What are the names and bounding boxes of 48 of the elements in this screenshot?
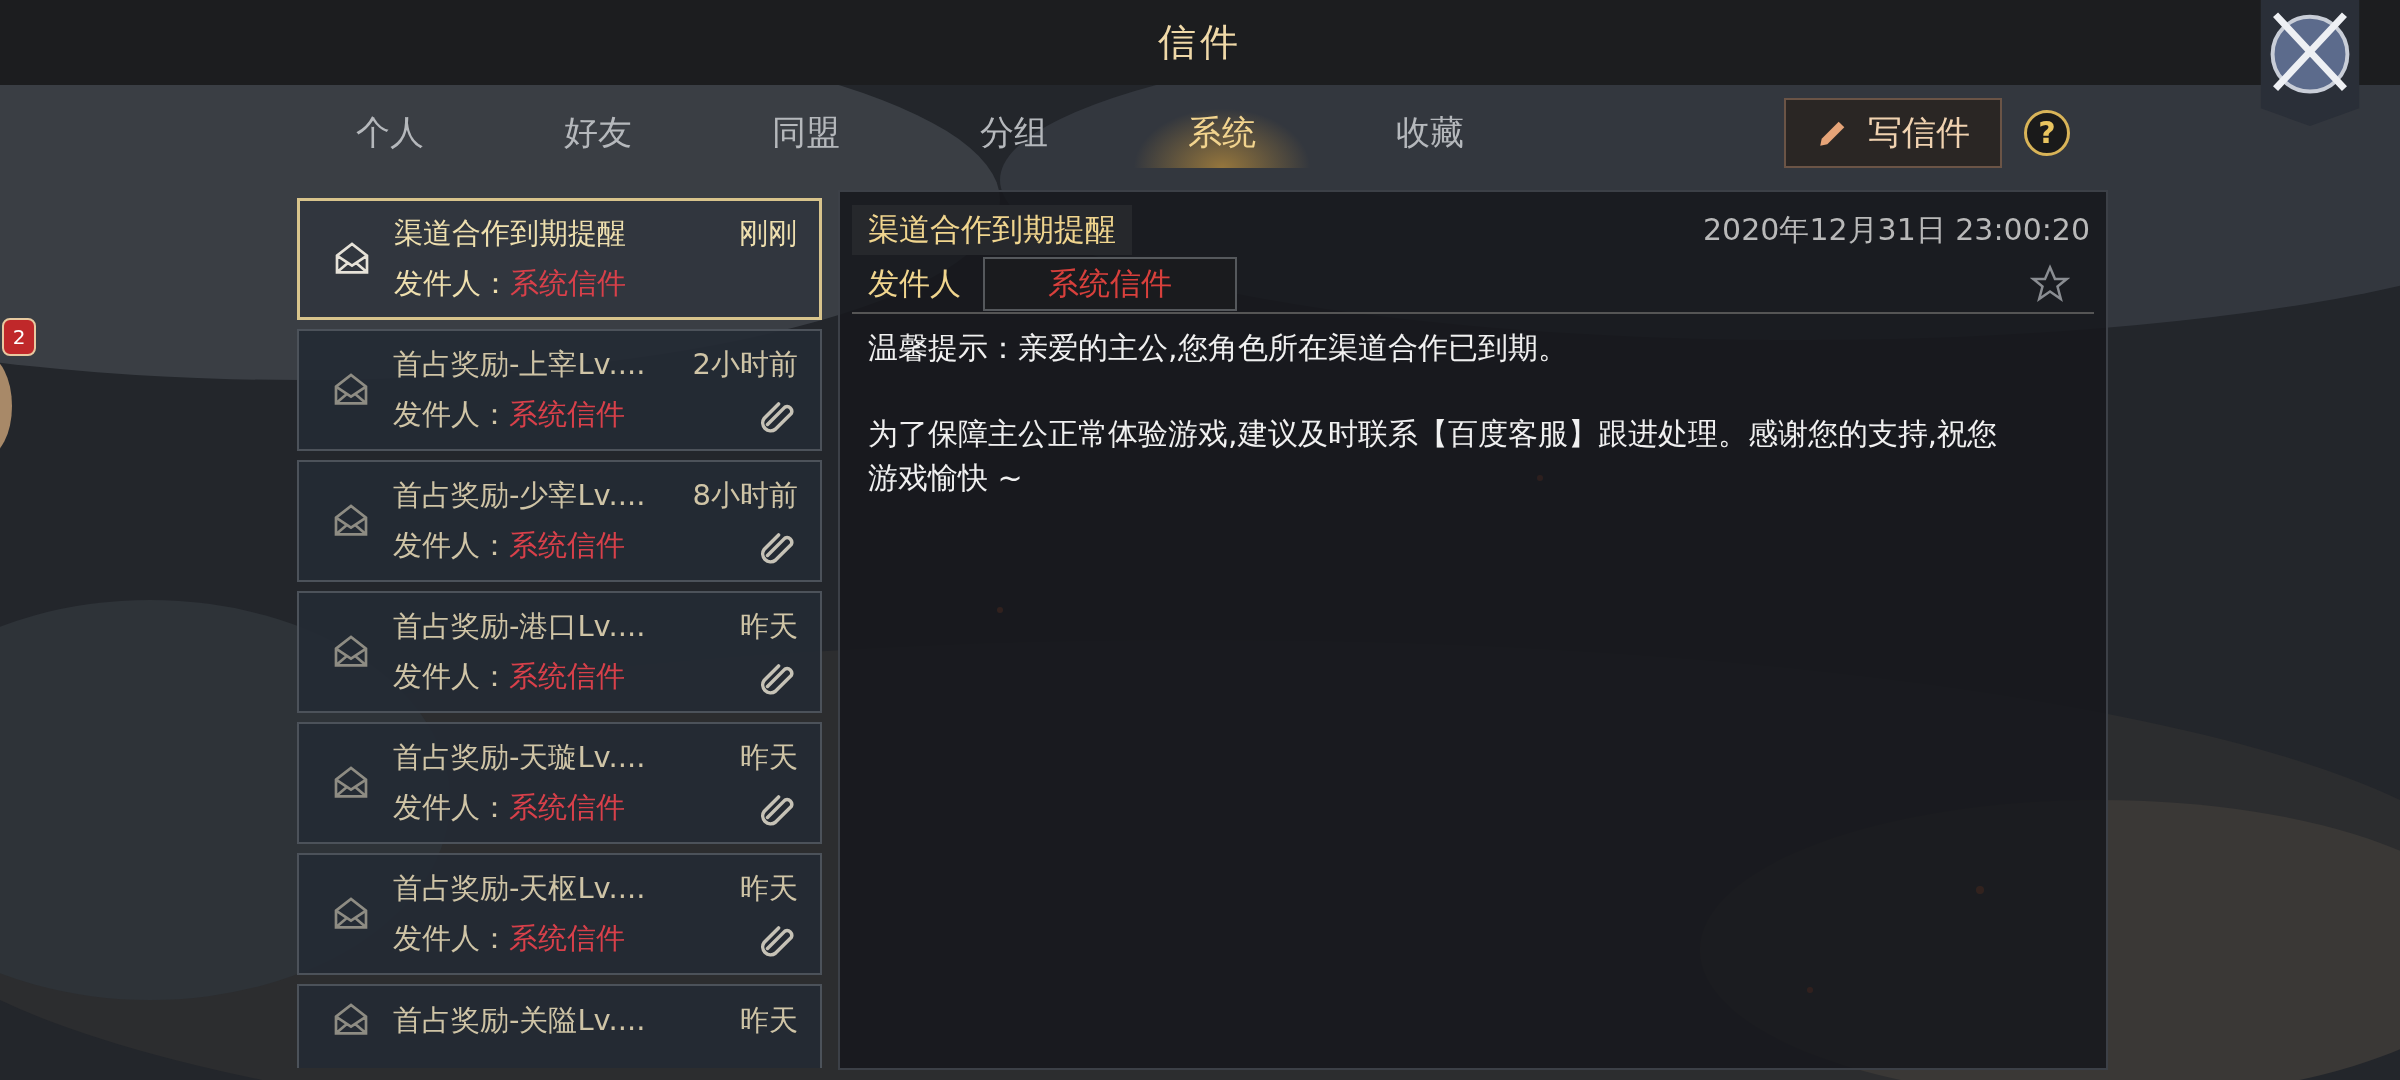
mail-item[interactable]: 首占奖励-关隘Lv.... 昨天 <box>297 984 822 1068</box>
mail-time: 刚刚 <box>739 215 797 252</box>
sender-label: 发件人： <box>393 658 509 695</box>
mail-item[interactable]: 首占奖励-少宰Lv.... 8小时前 发件人：系统信件 <box>297 460 822 582</box>
sender-label: 发件人 <box>868 264 961 303</box>
write-mail-button[interactable]: 写信件 <box>1784 97 2002 168</box>
mail-title: 首占奖励-天璇Lv.... <box>393 739 647 776</box>
mail-time: 昨天 <box>740 1002 798 1039</box>
mail-subject: 渠道合作到期提醒 <box>852 205 1132 255</box>
star-icon[interactable] <box>2030 264 2070 304</box>
sender-name: 系统信件 <box>510 265 626 302</box>
mail-date: 2020年12月31日 23:00:20 <box>1703 210 2091 249</box>
mail-item[interactable]: 首占奖励-天璇Lv.... 昨天 发件人：系统信件 <box>297 722 822 844</box>
tab[interactable]: 收藏 <box>1326 97 1534 168</box>
sender-name: 系统信件 <box>983 257 1237 311</box>
mail-item[interactable]: 首占奖励-天枢Lv.... 昨天 发件人：系统信件 <box>297 853 822 975</box>
mail-title: 首占奖励-天枢Lv.... <box>393 870 647 907</box>
mail-time: 昨天 <box>740 739 798 776</box>
sender-name: 系统信件 <box>509 789 625 826</box>
mail-title: 首占奖励-港口Lv.... <box>393 608 647 645</box>
sender-name: 系统信件 <box>509 527 625 564</box>
mail-time: 昨天 <box>740 608 798 645</box>
sender-label: 发件人： <box>394 265 510 302</box>
sender-label: 发件人： <box>393 527 509 564</box>
message-paragraph: 温馨提示：亲爱的主公,您角色所在渠道合作已到期。 <box>868 329 1569 367</box>
tab[interactable]: 同盟 <box>702 97 910 168</box>
mail-time: 昨天 <box>740 870 798 907</box>
mail-item[interactable]: 首占奖励-上宰Lv.... 2小时前 发件人：系统信件 <box>297 329 822 451</box>
notification-badge: 2 <box>2 318 36 356</box>
tab[interactable]: 个人 <box>286 97 494 168</box>
mail-item[interactable]: 首占奖励-港口Lv.... 昨天 发件人：系统信件 <box>297 591 822 713</box>
mail-time: 8小时前 <box>692 477 798 514</box>
mail-time: 2小时前 <box>692 346 798 383</box>
tab[interactable]: 好友 <box>494 97 702 168</box>
sender-name: 系统信件 <box>509 658 625 695</box>
sender-name: 系统信件 <box>509 396 625 433</box>
window-title: 信件 <box>1158 19 1242 66</box>
mail-title: 首占奖励-上宰Lv.... <box>393 346 647 383</box>
mail-title: 渠道合作到期提醒 <box>394 215 627 252</box>
mail-item[interactable]: 渠道合作到期提醒 刚刚 发件人：系统信件 <box>297 198 822 320</box>
sender-name: 系统信件 <box>509 920 625 957</box>
sender-label: 发件人： <box>393 396 509 433</box>
mail-title: 首占奖励-少宰Lv.... <box>393 477 647 514</box>
sender-label: 发件人： <box>393 920 509 957</box>
tab[interactable]: 分组 <box>910 97 1118 168</box>
message-paragraph: 为了保障主公正常体验游戏,建议及时联系【百度客服】跟进处理。感谢您的支持,祝您游戏愉快 ~ <box>868 415 1999 497</box>
mail-title: 首占奖励-关隘Lv.... <box>393 1002 647 1039</box>
sender-label: 发件人： <box>393 789 509 826</box>
